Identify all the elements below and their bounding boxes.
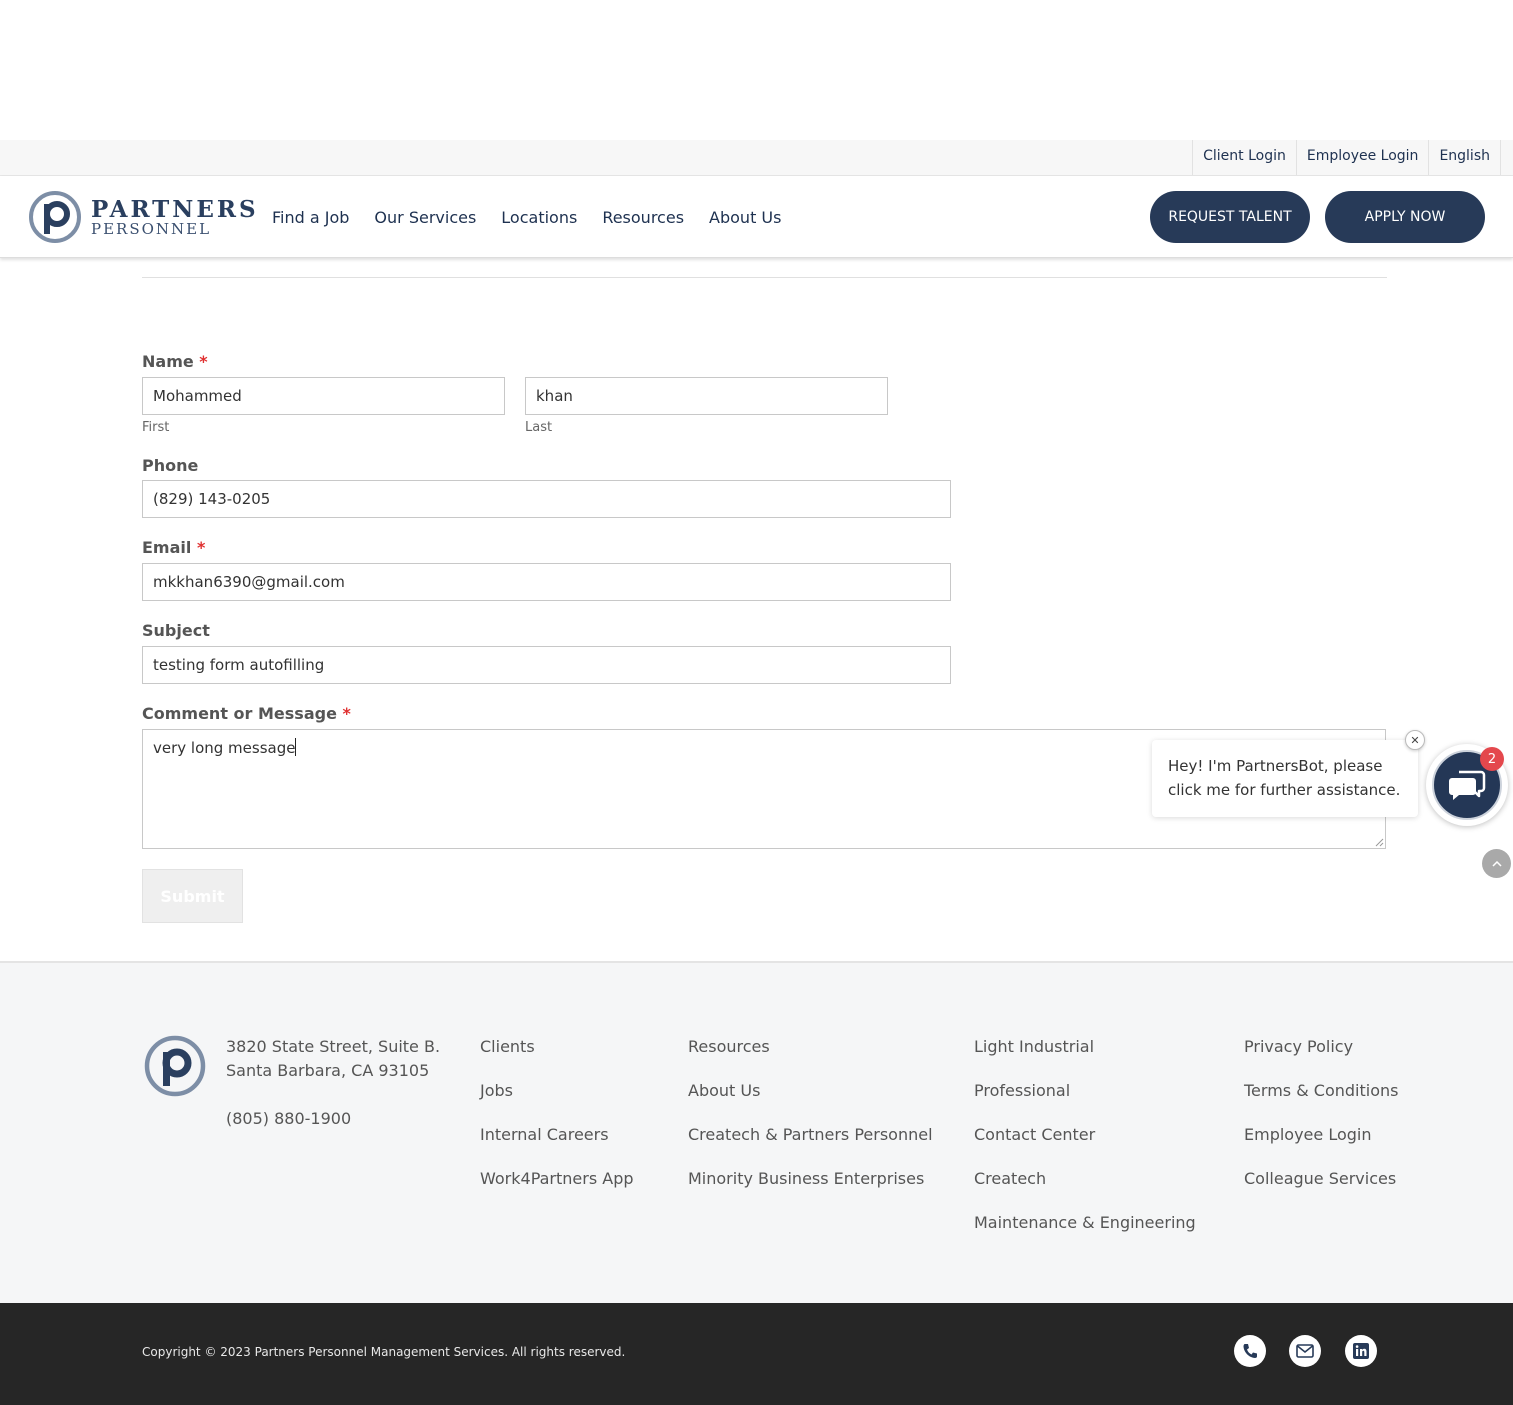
linkedin-glyph [1353, 1343, 1369, 1359]
email-label: Email * [142, 538, 205, 557]
chatbot-greeting[interactable]: Hey! I'm PartnersBot, please click me fo… [1152, 740, 1418, 817]
request-talent-button[interactable]: REQUEST TALENT [1150, 191, 1310, 243]
chevron-up-icon [1491, 860, 1502, 867]
phone-input[interactable]: (829) 143-0205 [142, 480, 951, 518]
nav-our-services[interactable]: Our Services [374, 208, 476, 227]
required-mark: * [342, 704, 351, 723]
footer-link-light-industrial[interactable]: Light Industrial [974, 1035, 1196, 1079]
linkedin-icon[interactable] [1345, 1335, 1377, 1367]
required-mark: * [196, 538, 206, 557]
email-label-text: Email [142, 538, 192, 557]
logo-subword: PERSONNEL [91, 220, 212, 238]
copyright-text: Copyright © 2023 Partners Personnel Mana… [142, 1345, 626, 1359]
first-name-sublabel: First [142, 420, 170, 435]
scroll-to-top-button[interactable] [1482, 849, 1511, 878]
name-label: Name * [142, 352, 208, 371]
required-mark: * [199, 352, 208, 371]
email-input[interactable]: mkkhan6390@gmail.com [142, 563, 951, 601]
footer-link-internal-careers[interactable]: Internal Careers [480, 1123, 634, 1167]
phone-glyph [1243, 1344, 1257, 1358]
notification-badge: 2 [1480, 747, 1504, 771]
last-name-input[interactable]: khan [525, 377, 888, 415]
footer-link-about-us[interactable]: About Us [688, 1079, 933, 1123]
site-footer: 3820 State Street, Suite B. Santa Barbar… [0, 961, 1513, 1303]
footer-link-work4partners-app[interactable]: Work4Partners App [480, 1167, 634, 1211]
footer-phone[interactable]: (805) 880-1900 [226, 1107, 440, 1131]
nav-find-a-job[interactable]: Find a Job [272, 208, 349, 227]
footer-link-colleague-services[interactable]: Colleague Services [1244, 1167, 1398, 1211]
footer-link-jobs[interactable]: Jobs [480, 1079, 634, 1123]
employee-login-link[interactable]: Employee Login [1295, 140, 1429, 175]
footer-column-4: Privacy Policy Terms & Conditions Employ… [1244, 1035, 1398, 1211]
logo-p-icon [29, 191, 81, 243]
subject-input[interactable]: testing form autofilling [142, 646, 951, 684]
subject-label: Subject [142, 621, 210, 640]
site-logo[interactable]: PARTNERS PERSONNEL [28, 190, 256, 246]
footer-link-createch-partners[interactable]: Createch & Partners Personnel [688, 1123, 933, 1167]
footer-address: 3820 State Street, Suite B. Santa Barbar… [226, 1035, 440, 1131]
first-name-input[interactable]: Mohammed [142, 377, 505, 415]
footer-column-3: Light Industrial Professional Contact Ce… [974, 1035, 1196, 1255]
chat-icon [1449, 770, 1486, 800]
footer-link-professional[interactable]: Professional [974, 1079, 1196, 1123]
address-line-2: Santa Barbara, CA 93105 [226, 1061, 430, 1080]
language-selector[interactable]: English [1428, 140, 1501, 175]
apply-now-button[interactable]: APPLY NOW [1325, 191, 1485, 243]
message-label: Comment or Message * [142, 704, 351, 723]
nav-resources[interactable]: Resources [602, 208, 684, 227]
text-caret [295, 738, 297, 756]
last-name-sublabel: Last [525, 420, 553, 435]
phone-label: Phone [142, 456, 199, 475]
site-header: PARTNERS PERSONNEL Find a Job Our Servic… [0, 176, 1513, 258]
message-label-text: Comment or Message [142, 704, 337, 723]
resize-handle-icon[interactable] [1375, 838, 1384, 847]
footer-link-employee-login[interactable]: Employee Login [1244, 1123, 1398, 1167]
address-line-1: 3820 State Street, Suite B. [226, 1037, 441, 1056]
client-login-link[interactable]: Client Login [1192, 140, 1296, 175]
name-label-text: Name [142, 352, 194, 371]
copyright-bar: Copyright © 2023 Partners Personnel Mana… [0, 1303, 1513, 1405]
footer-link-clients[interactable]: Clients [480, 1035, 634, 1079]
mail-icon[interactable] [1289, 1335, 1321, 1367]
footer-link-terms[interactable]: Terms & Conditions [1244, 1079, 1398, 1123]
mail-glyph [1296, 1344, 1314, 1358]
footer-link-minority-business[interactable]: Minority Business Enterprises [688, 1167, 933, 1211]
close-icon[interactable]: ✕ [1405, 730, 1425, 750]
section-divider [142, 277, 1387, 278]
logo-wordmark: PARTNERS [91, 196, 259, 223]
submit-button[interactable]: Submit [142, 869, 243, 923]
footer-logo-icon[interactable] [144, 1035, 206, 1097]
nav-locations[interactable]: Locations [501, 208, 577, 227]
footer-column-2: Resources About Us Createch & Partners P… [688, 1035, 933, 1211]
phone-icon[interactable] [1234, 1335, 1266, 1367]
message-text: very long message [153, 739, 296, 757]
utility-links: Client Login Employee Login English [1192, 140, 1501, 175]
footer-link-maintenance[interactable]: Maintenance & Engineering [974, 1211, 1196, 1255]
main-nav: Find a Job Our Services Locations Resour… [272, 176, 806, 258]
footer-link-contact-center[interactable]: Contact Center [974, 1123, 1196, 1167]
footer-column-1: Clients Jobs Internal Careers Work4Partn… [480, 1035, 634, 1211]
footer-link-privacy-policy[interactable]: Privacy Policy [1244, 1035, 1398, 1079]
footer-link-resources[interactable]: Resources [688, 1035, 933, 1079]
footer-link-createch[interactable]: Createch [974, 1167, 1196, 1211]
nav-about-us[interactable]: About Us [709, 208, 781, 227]
utility-bar: Client Login Employee Login English [0, 140, 1513, 176]
